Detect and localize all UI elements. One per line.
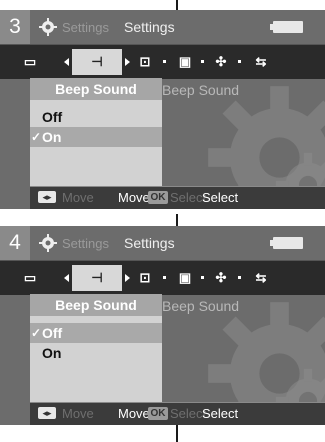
ok-button-icon[interactable]: OK bbox=[148, 407, 168, 420]
shutter-sound-icon[interactable]: ⊡ bbox=[134, 269, 156, 287]
checkmark-icon: ✓ bbox=[31, 326, 42, 340]
storage-icon[interactable]: ▭ bbox=[20, 269, 40, 287]
footer-bar: ◂▸ Move Move OK Select Select bbox=[30, 186, 325, 209]
camera-lcd-screen-step-4: 4 Settings Settings ▭ ⊣ ⊡ ▣ ✣ ⇆ Beep Sou… bbox=[0, 226, 325, 425]
option-label: Off bbox=[42, 325, 63, 341]
checkmark-icon: ✓ bbox=[31, 130, 42, 144]
battery-icon bbox=[270, 21, 303, 33]
separator-dot-icon bbox=[163, 60, 166, 63]
camera-lcd-screen-step-3: 3 Settings Settings ▭ ⊣ ⊡ ▣ ✣ ⇆ Beep Sou… bbox=[0, 10, 325, 209]
menu-header: Beep Sound bbox=[30, 294, 162, 316]
move-ghost-text: Move bbox=[62, 406, 94, 421]
option-off[interactable]: Off bbox=[30, 107, 162, 127]
arrow-right-icon bbox=[125, 58, 130, 66]
option-label: On bbox=[42, 129, 62, 145]
settings-gear-icon bbox=[39, 18, 57, 36]
quick-view-icon[interactable]: ✣ bbox=[210, 269, 232, 287]
option-label: Off bbox=[42, 109, 63, 125]
shutter-sound-icon[interactable]: ⊡ bbox=[134, 53, 156, 71]
separator-dot-icon bbox=[201, 60, 204, 63]
demo-icon[interactable]: ⇆ bbox=[250, 269, 272, 287]
title-ghost-text: Settings bbox=[62, 20, 109, 35]
select-label: Select bbox=[202, 190, 239, 205]
select-ghost-text: Select bbox=[170, 406, 207, 421]
option-on[interactable]: On bbox=[30, 343, 162, 363]
connector-line bbox=[176, 0, 178, 10]
separator-dot-icon bbox=[238, 60, 241, 63]
beep-sound-icon[interactable]: ⊣ bbox=[72, 49, 122, 75]
arrow-right-icon bbox=[125, 274, 130, 282]
separator-dot-icon bbox=[163, 276, 166, 279]
title-ghost-text: Settings bbox=[62, 236, 109, 251]
screen-title: Settings bbox=[124, 19, 175, 35]
separator-dot-icon bbox=[238, 276, 241, 279]
title-bar: Settings Settings bbox=[30, 10, 325, 44]
storage-icon[interactable]: ▭ bbox=[20, 53, 40, 71]
arrow-left-icon bbox=[64, 274, 69, 282]
auto-lcd-off-icon[interactable]: ▣ bbox=[174, 269, 196, 287]
move-label: Move bbox=[118, 190, 150, 205]
option-list: Off ✓ On bbox=[30, 100, 162, 192]
select-label: Select bbox=[202, 406, 239, 421]
auto-lcd-off-icon[interactable]: ▣ bbox=[174, 53, 196, 71]
footer-bar: ◂▸ Move Move OK Select Select bbox=[30, 402, 325, 425]
settings-gear-icon bbox=[39, 234, 57, 252]
move-label: Move bbox=[118, 406, 150, 421]
option-list: ✓ Off On bbox=[30, 316, 162, 408]
option-off[interactable]: ✓ Off bbox=[30, 323, 162, 343]
ok-button-icon[interactable]: OK bbox=[148, 191, 168, 204]
move-dpad-icon: ◂▸ bbox=[38, 191, 56, 203]
select-ghost-text: Select bbox=[170, 190, 207, 205]
quick-view-icon[interactable]: ✣ bbox=[210, 53, 232, 71]
title-bar: Settings Settings bbox=[30, 226, 325, 260]
menu-icon-row: ▭ ⊣ ⊡ ▣ ✣ ⇆ bbox=[0, 44, 325, 79]
arrow-left-icon bbox=[64, 58, 69, 66]
battery-icon bbox=[270, 237, 303, 249]
menu-header-ghost: Beep Sound bbox=[162, 298, 240, 314]
connector-line bbox=[176, 425, 178, 442]
menu-header-ghost: Beep Sound bbox=[162, 82, 240, 98]
option-on[interactable]: ✓ On bbox=[30, 127, 162, 147]
menu-icon-row: ▭ ⊣ ⊡ ▣ ✣ ⇆ bbox=[0, 260, 325, 295]
step-number-badge: 4 bbox=[0, 226, 30, 260]
demo-icon[interactable]: ⇆ bbox=[250, 53, 272, 71]
menu-header: Beep Sound bbox=[30, 78, 162, 100]
step-number-badge: 3 bbox=[0, 10, 30, 44]
option-label: On bbox=[42, 345, 62, 361]
separator-dot-icon bbox=[201, 276, 204, 279]
connector-line bbox=[176, 214, 178, 226]
screen-title: Settings bbox=[124, 235, 175, 251]
move-ghost-text: Move bbox=[62, 190, 94, 205]
beep-sound-icon[interactable]: ⊣ bbox=[72, 265, 122, 291]
move-dpad-icon: ◂▸ bbox=[38, 407, 56, 419]
